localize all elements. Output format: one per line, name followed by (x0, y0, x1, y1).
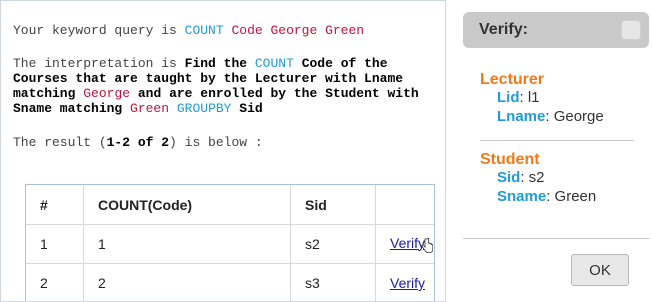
verify-panel-title: Verify: (479, 21, 528, 38)
verify-link[interactable]: Verify (390, 235, 425, 251)
row-sid: s2 (290, 224, 376, 264)
query-panel: Your keyword query is COUNT Code George … (0, 0, 446, 302)
entity-student: Student (480, 151, 540, 168)
table-row: 2 2 s3 Verify (26, 263, 434, 301)
lecturer-lid: Lid: l1 (497, 89, 540, 106)
header-action (375, 185, 434, 225)
result-prefix: The result ( (13, 135, 107, 150)
row-action-cell: Verify (375, 263, 434, 301)
query-keyword-count: COUNT (184, 23, 224, 38)
interpretation-george: George (83, 86, 131, 101)
attr-key-sid: Sid (497, 169, 521, 186)
result-suffix: ) is below : (169, 135, 263, 150)
row-count: 2 (83, 263, 291, 301)
student-sname: Sname: Green (497, 188, 596, 205)
attr-key-lname: Lname (497, 108, 546, 125)
interpretation-sid: Sid (239, 101, 263, 116)
results-table: # COUNT(Code) Sid 1 1 s2 Verify 2 2 s3 V… (26, 185, 434, 301)
interpretation-groupby: GROUPBY (176, 101, 232, 116)
interpretation-prefix: The interpretation is (13, 56, 177, 71)
entity-lecturer: Lecturer (480, 71, 545, 88)
header-sid: Sid (290, 185, 376, 225)
interpretation-green: Green (130, 101, 170, 116)
query-keywords: Code George Green (231, 23, 365, 38)
result-summary: The result (1-2 of 2) is below : (13, 135, 263, 150)
keyword-query-line: Your keyword query is COUNT Code George … (13, 23, 364, 38)
attr-value-lid: : l1 (519, 89, 540, 106)
student-sid: Sid: s2 (497, 169, 545, 186)
lecturer-lname: Lname: George (497, 108, 604, 125)
attr-value-sid: : s2 (520, 169, 545, 186)
row-count: 1 (83, 224, 291, 264)
close-box-icon[interactable] (621, 20, 641, 40)
result-table: # COUNT(Code) Sid 1 1 s2 Verify 2 2 s3 V… (25, 184, 435, 301)
attr-value-sname: : Green (546, 188, 597, 205)
verify-panel-header: Verify: (463, 12, 649, 48)
divider (480, 140, 634, 141)
table-row: 1 1 s2 Verify (26, 224, 434, 264)
interpretation-text: The interpretation is Find the COUNT Cod… (13, 56, 443, 116)
result-range: 1-2 of 2 (106, 135, 170, 150)
row-sid: s3 (290, 263, 376, 301)
interpretation-part1: Find the (184, 56, 248, 71)
attr-key-sname: Sname (497, 188, 547, 205)
table-header-row: # COUNT(Code) Sid (26, 185, 434, 225)
query-prefix: Your keyword query is (13, 23, 177, 38)
ok-button[interactable]: OK (571, 254, 629, 286)
row-number: 1 (26, 224, 84, 264)
interpretation-count: COUNT (254, 56, 294, 71)
attr-value-lname: : George (545, 108, 604, 125)
hand-cursor-icon (421, 237, 434, 253)
attr-key-lid: Lid (497, 89, 520, 106)
header-count-code: COUNT(Code) (83, 185, 291, 225)
header-number: # (26, 185, 84, 225)
divider (463, 238, 649, 239)
row-number: 2 (26, 263, 84, 301)
verify-link[interactable]: Verify (390, 275, 425, 291)
row-action-cell: Verify (375, 224, 434, 264)
